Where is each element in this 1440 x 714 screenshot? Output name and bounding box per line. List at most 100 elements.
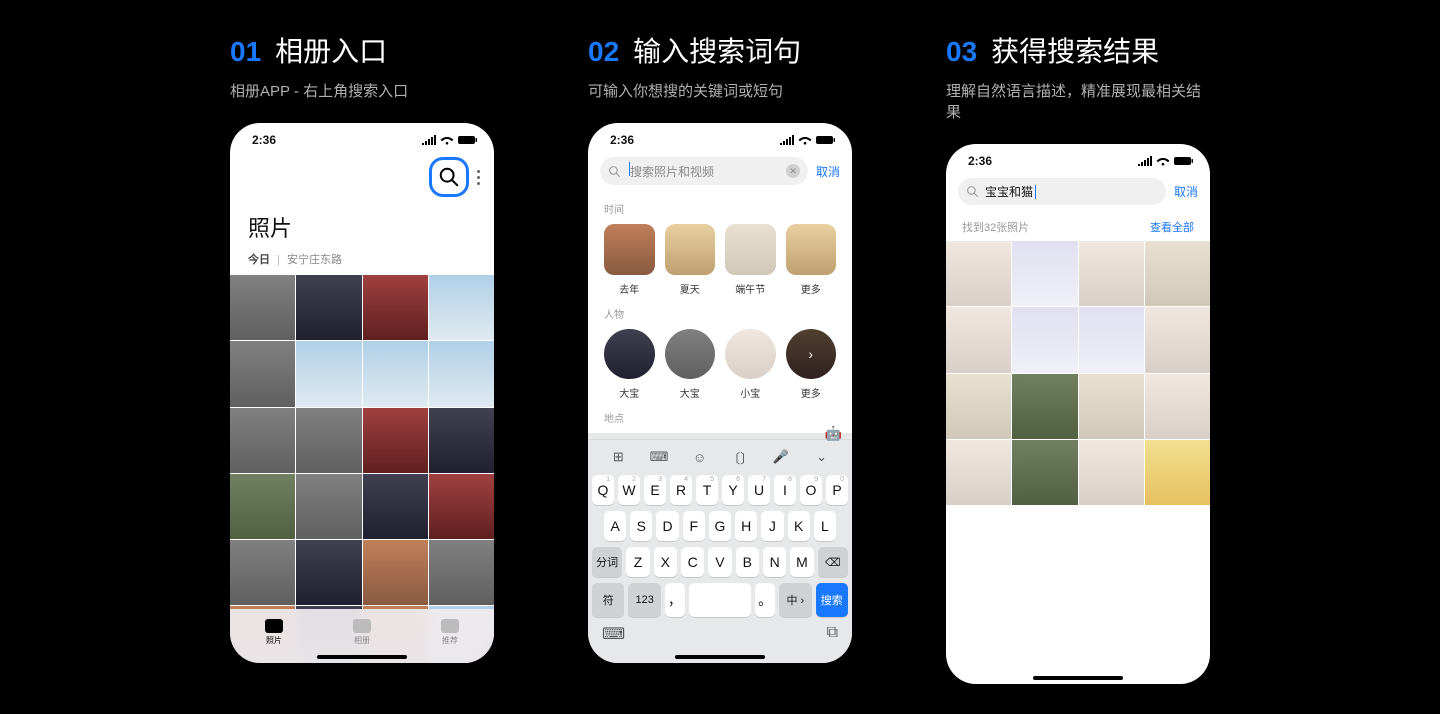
kb-mic-icon[interactable]: 🎤 — [769, 448, 793, 466]
suggest-festival[interactable]: 端午节 — [725, 224, 776, 296]
cancel-button[interactable]: 取消 — [1174, 183, 1198, 200]
result-thumb[interactable] — [1079, 374, 1144, 439]
photo-thumb[interactable] — [429, 408, 494, 473]
photo-thumb[interactable] — [296, 408, 361, 473]
kb-clipboard-icon[interactable]: ⧉ — [827, 624, 838, 644]
key[interactable]: K — [788, 511, 810, 541]
key[interactable]: Z — [626, 547, 649, 577]
photo-thumb[interactable] — [230, 540, 295, 605]
key[interactable]: 1Q — [592, 475, 614, 505]
key[interactable]: F — [683, 511, 705, 541]
suggest-person[interactable]: 大宝 — [604, 329, 655, 401]
key[interactable]: 7U — [748, 475, 770, 505]
cancel-button[interactable]: 取消 — [816, 163, 840, 180]
key[interactable]: S — [630, 511, 652, 541]
key-period[interactable]: 。 — [755, 583, 775, 617]
key[interactable]: L — [814, 511, 836, 541]
result-thumb[interactable] — [1079, 307, 1144, 372]
photo-thumb[interactable] — [363, 341, 428, 406]
kb-handwriting-icon[interactable]: 〔〕 — [728, 448, 752, 466]
photo-thumb[interactable] — [230, 275, 295, 340]
photo-thumb[interactable] — [363, 540, 428, 605]
search-input[interactable]: 搜索照片和视频 ✕ — [600, 157, 808, 185]
suggest-more[interactable]: 更多 — [786, 224, 837, 296]
result-thumb[interactable] — [1012, 374, 1077, 439]
key[interactable]: 0P — [826, 475, 848, 505]
photo-thumb[interactable] — [363, 408, 428, 473]
key[interactable]: D — [656, 511, 678, 541]
kb-switch-icon[interactable]: ⌨ — [602, 624, 625, 644]
photo-thumb[interactable] — [429, 474, 494, 539]
suggest-person[interactable]: 大宝 — [665, 329, 716, 401]
photo-thumb[interactable] — [230, 408, 295, 473]
key[interactable]: 5T — [696, 475, 718, 505]
key[interactable]: B — [736, 547, 759, 577]
result-thumb[interactable] — [1012, 241, 1077, 306]
assistant-icon[interactable]: 🤖 — [825, 425, 842, 442]
photo-thumb[interactable] — [296, 341, 361, 406]
result-thumb[interactable] — [1145, 307, 1210, 372]
result-thumb[interactable] — [946, 374, 1011, 439]
search-input[interactable]: 宝宝和猫 — [958, 178, 1166, 205]
result-thumb[interactable] — [1145, 374, 1210, 439]
key[interactable]: J — [761, 511, 783, 541]
more-menu-button[interactable] — [473, 170, 484, 185]
result-thumb[interactable] — [1079, 440, 1144, 505]
photo-thumb[interactable] — [429, 341, 494, 406]
photo-thumb[interactable] — [429, 275, 494, 340]
key[interactable]: G — [709, 511, 731, 541]
key-lang[interactable]: 中 › — [779, 583, 811, 617]
key[interactable]: 3E — [644, 475, 666, 505]
result-thumb[interactable] — [1145, 241, 1210, 306]
key[interactable]: N — [763, 547, 786, 577]
photo-thumb[interactable] — [230, 474, 295, 539]
battery-icon — [1174, 156, 1194, 166]
suggest-person[interactable]: 小宝 — [725, 329, 776, 401]
view-all-button[interactable]: 查看全部 — [1150, 219, 1194, 235]
key-numeric[interactable]: 123 — [628, 583, 660, 617]
key[interactable]: M — [790, 547, 813, 577]
key[interactable]: A — [604, 511, 626, 541]
suggest-person-more[interactable]: ›更多 — [786, 329, 837, 401]
key-comma[interactable]: ， — [665, 583, 685, 617]
key-space[interactable] — [689, 583, 751, 617]
kb-emoji-icon[interactable]: ☺ — [688, 448, 712, 466]
nav-for-you[interactable]: 推荐 — [441, 619, 459, 646]
photo-thumb[interactable] — [296, 275, 361, 340]
key[interactable]: 8I — [774, 475, 796, 505]
photo-thumb[interactable] — [296, 540, 361, 605]
result-thumb[interactable] — [946, 440, 1011, 505]
nav-albums[interactable]: 相册 — [353, 619, 371, 646]
key-symbol[interactable]: 符 — [592, 583, 624, 617]
result-thumb[interactable] — [1079, 241, 1144, 306]
result-thumb[interactable] — [946, 307, 1011, 372]
clear-button[interactable]: ✕ — [786, 164, 800, 178]
search-button[interactable] — [429, 157, 469, 197]
result-thumb[interactable] — [1012, 440, 1077, 505]
photo-thumb[interactable] — [429, 540, 494, 605]
result-thumb[interactable] — [946, 241, 1011, 306]
key-split[interactable]: 分词 — [592, 547, 622, 577]
result-thumb[interactable] — [1145, 440, 1210, 505]
key[interactable]: 2W — [618, 475, 640, 505]
key[interactable]: 4R — [670, 475, 692, 505]
photo-thumb[interactable] — [230, 341, 295, 406]
photo-thumb[interactable] — [363, 275, 428, 340]
key[interactable]: C — [681, 547, 704, 577]
key[interactable]: V — [708, 547, 731, 577]
suggest-summer[interactable]: 夏天 — [665, 224, 716, 296]
photo-thumb[interactable] — [363, 474, 428, 539]
key[interactable]: X — [654, 547, 677, 577]
kb-collapse-icon[interactable]: ⌄ — [810, 448, 834, 466]
key[interactable]: H — [735, 511, 757, 541]
suggest-last-year[interactable]: 去年 — [604, 224, 655, 296]
photo-thumb[interactable] — [296, 474, 361, 539]
nav-photos[interactable]: 照片 — [265, 619, 283, 646]
key-backspace[interactable]: ⌫ — [818, 547, 848, 577]
kb-grid-icon[interactable]: ⊞ — [606, 448, 630, 466]
key[interactable]: 6Y — [722, 475, 744, 505]
kb-keyboard-icon[interactable]: ⌨ — [647, 448, 671, 466]
key-search[interactable]: 搜索 — [816, 583, 848, 617]
key[interactable]: 9O — [800, 475, 822, 505]
result-thumb[interactable] — [1012, 307, 1077, 372]
